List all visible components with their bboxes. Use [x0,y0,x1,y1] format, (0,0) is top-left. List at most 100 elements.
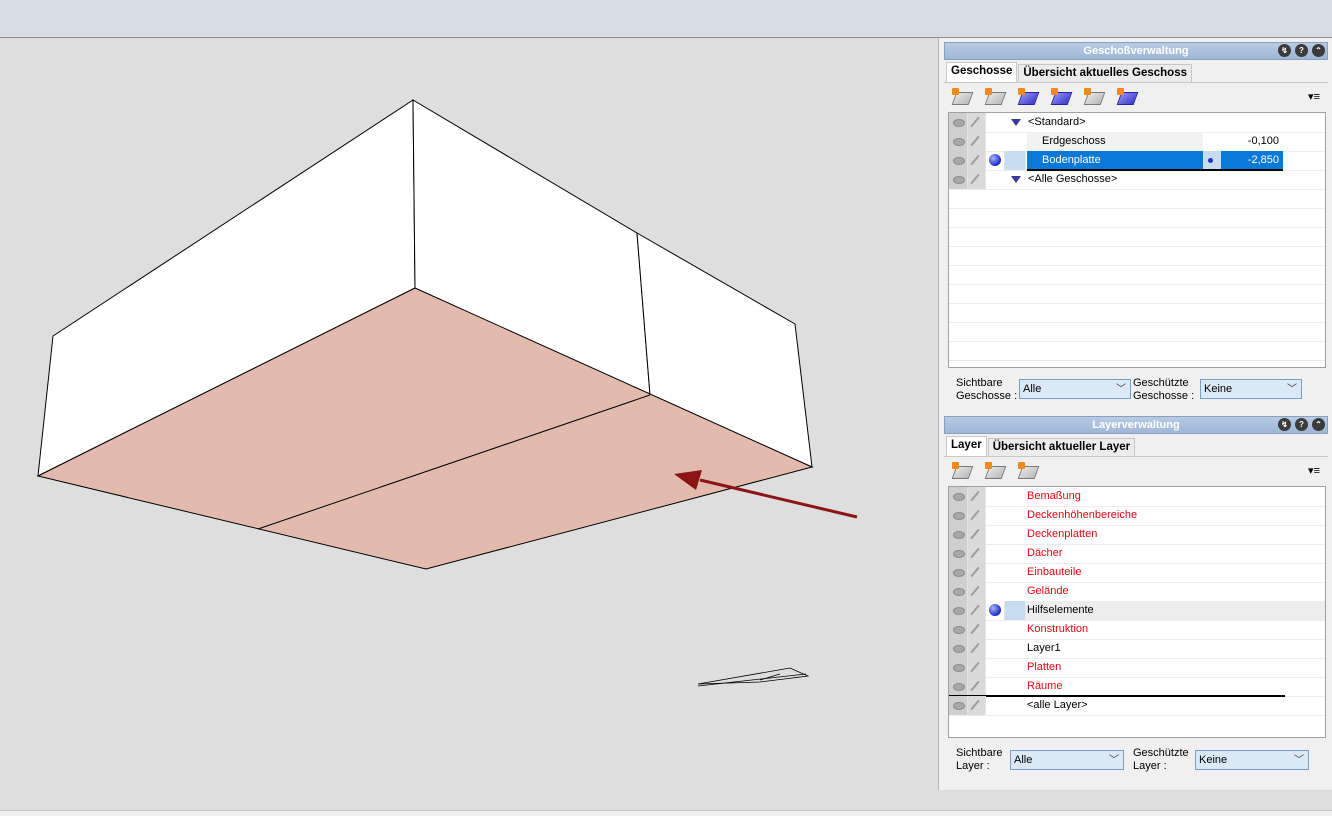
edit-toggle[interactable] [968,620,986,639]
visibility-toggle[interactable] [949,658,968,677]
visibility-toggle[interactable] [949,506,968,525]
expand-triangle-icon[interactable] [1011,119,1021,126]
visibility-toggle[interactable] [949,601,968,620]
active-sphere-icon [989,604,1001,616]
visibility-toggle[interactable] [949,563,968,582]
empty-row [949,341,1325,361]
visibility-toggle[interactable] [949,696,968,715]
layer-row[interactable]: Platten [949,658,1325,678]
visibility-toggle[interactable] [949,620,968,639]
visibility-toggle[interactable] [949,525,968,544]
edit-toggle[interactable] [968,601,986,620]
top-toolbar-area [0,0,1332,38]
edit-toggle[interactable] [968,582,986,601]
floor-current-marker [1203,151,1221,170]
protected-floors-label: Geschützte Geschosse : [1133,377,1195,402]
edit-toggle[interactable] [968,544,986,563]
edit-toggle[interactable] [968,639,986,658]
floor-row-alle[interactable]: <Alle Geschosse> [949,170,1325,190]
collapse-button[interactable]: ⌃ [1312,44,1325,57]
floor-row-bodenplatte[interactable]: Bodenplatte -2,850 [949,151,1325,171]
new-layer-button[interactable] [951,462,974,480]
edit-toggle[interactable] [968,506,986,525]
visible-floors-select[interactable]: Alle ﹀ [1019,379,1131,399]
active-layer-indicator[interactable] [986,601,1005,620]
empty-row [949,322,1325,342]
edit-toggle[interactable] [968,487,986,506]
expand-triangle-icon[interactable] [1011,176,1021,183]
layer-panel-title-text: Layerverwaltung [1092,419,1180,431]
floor-panel-menu-icon[interactable]: ▾≡ [1308,90,1320,103]
layer-name: Konstruktion [1027,623,1089,635]
insert-layer-button[interactable] [984,462,1007,480]
protected-layers-select[interactable]: Keine ﹀ [1195,750,1309,770]
new-floor-below-button[interactable] [951,88,974,106]
layer-row[interactable]: Deckenhöhenbereiche [949,506,1325,526]
edit-toggle[interactable] [968,696,986,715]
edit-toggle[interactable] [968,658,986,677]
layer-row[interactable]: Gelände [949,582,1325,602]
visibility-toggle[interactable] [949,113,968,132]
floor-toolbar: ▾≡ [944,83,1328,109]
floor-insert-button[interactable] [1083,88,1106,106]
tab-uebersicht-geschoss[interactable]: Übersicht aktuelles Geschoss [1018,64,1193,82]
edit-toggle[interactable] [968,132,986,151]
floor-copy-button[interactable] [1050,88,1073,106]
eye-icon [953,588,965,596]
layer-panel-menu-icon[interactable]: ▾≡ [1308,464,1320,477]
layer-row[interactable]: Dächer [949,544,1325,564]
help-button[interactable]: ? [1295,418,1308,431]
layer-name: Deckenplatten [1027,528,1098,540]
edit-toggle[interactable] [968,151,986,170]
layer-row-active[interactable]: Hilfselemente [949,601,1325,621]
visible-layers-select[interactable]: Alle ﹀ [1010,750,1124,770]
tab-geschosse[interactable]: Geschosse [946,62,1018,82]
visibility-toggle[interactable] [949,151,968,170]
pencil-icon [970,490,980,502]
floor-panel-title: Geschoßverwaltung ↯ ? ⌃ [944,42,1328,60]
visibility-toggle[interactable] [949,639,968,658]
visibility-toggle[interactable] [949,544,968,563]
floor-name: <Alle Geschosse> [1028,173,1118,185]
visibility-toggle[interactable] [949,677,968,696]
floor-row-standard[interactable]: <Standard> [949,113,1325,133]
pencil-icon [970,566,980,578]
edit-toggle[interactable] [968,677,986,696]
layer-row[interactable]: Einbauteile [949,563,1325,583]
visibility-toggle[interactable] [949,582,968,601]
active-floor-indicator[interactable] [986,151,1005,170]
new-floor-above-button[interactable] [984,88,1007,106]
visibility-toggle[interactable] [949,170,968,189]
layer-row[interactable]: Layer1 [949,639,1325,659]
empty-row [949,208,1325,228]
help-button[interactable]: ? [1295,44,1308,57]
layer-row[interactable]: Räume [949,677,1325,697]
edit-toggle[interactable] [968,170,986,189]
pin-button[interactable]: ↯ [1278,44,1291,57]
visibility-toggle[interactable] [949,132,968,151]
3d-viewport[interactable] [0,38,938,810]
chevron-down-icon: ﹀ [1109,755,1119,766]
active-sphere-icon [989,154,1001,166]
add-layer-button[interactable] [1017,462,1040,480]
edit-toggle[interactable] [968,525,986,544]
pin-button[interactable]: ↯ [1278,418,1291,431]
collapse-button[interactable]: ⌃ [1312,418,1325,431]
layer-row[interactable]: Konstruktion [949,620,1325,640]
edit-toggle[interactable] [968,113,986,132]
add-arrow-icon [1117,88,1124,95]
layer-row-all[interactable]: <alle Layer> [949,696,1325,716]
floor-group-button[interactable] [1116,88,1139,106]
layer-row[interactable]: Bemaßung [949,487,1325,507]
edit-toggle[interactable] [968,563,986,582]
tab-layer[interactable]: Layer [946,436,987,456]
add-arrow-icon [1018,88,1025,95]
protected-floors-select[interactable]: Keine ﹀ [1200,379,1302,399]
pencil-icon [970,699,980,711]
tab-uebersicht-layer[interactable]: Übersicht aktueller Layer [987,438,1136,456]
visibility-toggle[interactable] [949,487,968,506]
floor-row-erdgeschoss[interactable]: Erdgeschoss -0,100 [949,132,1325,152]
new-floor-variant-button[interactable] [1017,88,1040,106]
layer-name: Deckenhöhenbereiche [1027,509,1138,521]
layer-row[interactable]: Deckenplatten [949,525,1325,545]
